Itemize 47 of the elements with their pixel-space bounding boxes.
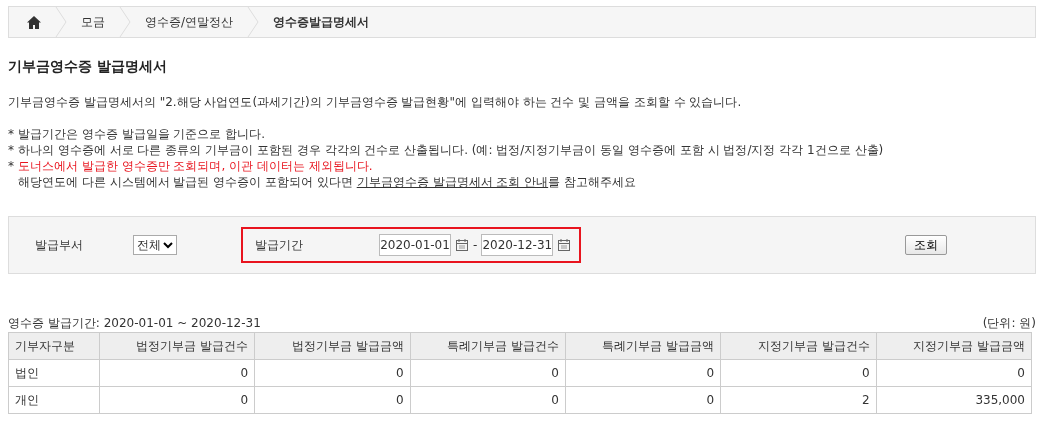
column-header: 특례기부금 발급금액 (565, 332, 721, 360)
note-text: 발급기간은 영수증 발급일을 기준으로 합니다. (18, 126, 266, 142)
table-cell: 개인 (8, 386, 100, 414)
table-cell: 0 (99, 359, 255, 387)
unit-label: (단위: 원) (982, 316, 1036, 330)
bullet-mark: * (8, 126, 14, 142)
column-header: 지정기부금 발급건수 (720, 332, 877, 360)
guide-link[interactable]: 기부금영수증 발급명세서 조회 안내 (356, 175, 549, 189)
end-date-field[interactable]: 2020-12-31 (481, 234, 554, 256)
calendar-icon[interactable] (557, 238, 572, 252)
column-header: 특례기부금 발급건수 (410, 332, 566, 360)
home-icon[interactable] (27, 15, 41, 29)
start-date-field[interactable]: 2020-01-01 (379, 234, 451, 256)
table-cell: 335,000 (876, 386, 1032, 414)
breadcrumb-item[interactable]: 영수증/연말정산 (145, 13, 234, 31)
guide-text: 해당연도에 다른 시스템에서 발급된 영수증이 포함되어 있다면 기부금영수증 발급명세서 조회 안내를 참고해주세요 (17, 174, 637, 190)
breadcrumb-item[interactable]: 모금 (81, 13, 105, 31)
table-cell: 0 (254, 359, 411, 387)
period-label: 발급기간 (255, 236, 304, 254)
calendar-icon[interactable] (455, 238, 469, 252)
table-cell: 0 (565, 359, 721, 387)
department-label: 발급부서 (35, 236, 83, 254)
column-header: 법정기부금 발급금액 (254, 332, 411, 360)
warning-note: 도너스에서 발급한 영수증만 조회되며, 이관 데이터는 제외됩니다. (18, 158, 373, 174)
table-cell: 0 (410, 386, 566, 414)
caret-icon (163, 241, 173, 249)
table-cell: 0 (565, 386, 721, 414)
column-header: 지정기부금 발급금액 (876, 332, 1032, 360)
table-cell: 법인 (8, 359, 100, 387)
description-text: 기부금영수증 발급명세서의 "2.해당 사업연도(과세기간)의 기부금영수증 발급현황"에 입력해야 하는 건수 및 금액을 조회할 수 있습니다. (8, 94, 743, 110)
table-cell: 0 (254, 386, 411, 414)
table-cell: 0 (720, 359, 877, 387)
bullet-mark: * (8, 158, 14, 174)
table-cell: 0 (876, 359, 1032, 387)
bullet-mark: * (8, 142, 14, 158)
department-select[interactable]: 전체 (133, 235, 177, 255)
table-cell: 2 (720, 386, 877, 414)
note-text: 하나의 영수증에 서로 다른 종류의 기부금이 포함된 경우 각각의 건수로 산출됩니다. (예: 법정/지정기부금이 동일 영수증에 포함 시 법정/지정 각각 1건으로 산출) (18, 142, 884, 158)
date-separator: - (473, 238, 478, 252)
table-cell: 0 (99, 386, 255, 414)
search-button[interactable]: 조회 (905, 235, 947, 255)
breadcrumb-item[interactable]: 영수증발급명세서 (273, 13, 370, 31)
column-header: 기부자구분 (8, 332, 100, 360)
column-header: 법정기부금 발급건수 (99, 332, 255, 360)
table-caption: 영수증 발급기간: 2020-01-01 ~ 2020-12-31 (8, 316, 261, 330)
page-title: 기부금영수증 발급명세서 (8, 58, 168, 76)
table-cell: 0 (410, 359, 566, 387)
